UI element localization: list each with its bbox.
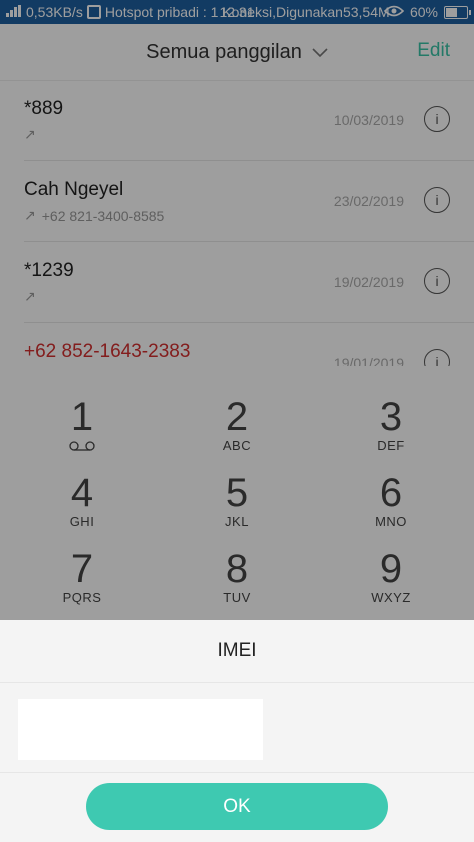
dialog-title: IMEI [0,620,474,683]
imei-dialog: IMEI OK [0,620,474,842]
divider [0,772,474,773]
ok-button[interactable]: OK [86,783,388,830]
imei-value-field [18,699,263,760]
